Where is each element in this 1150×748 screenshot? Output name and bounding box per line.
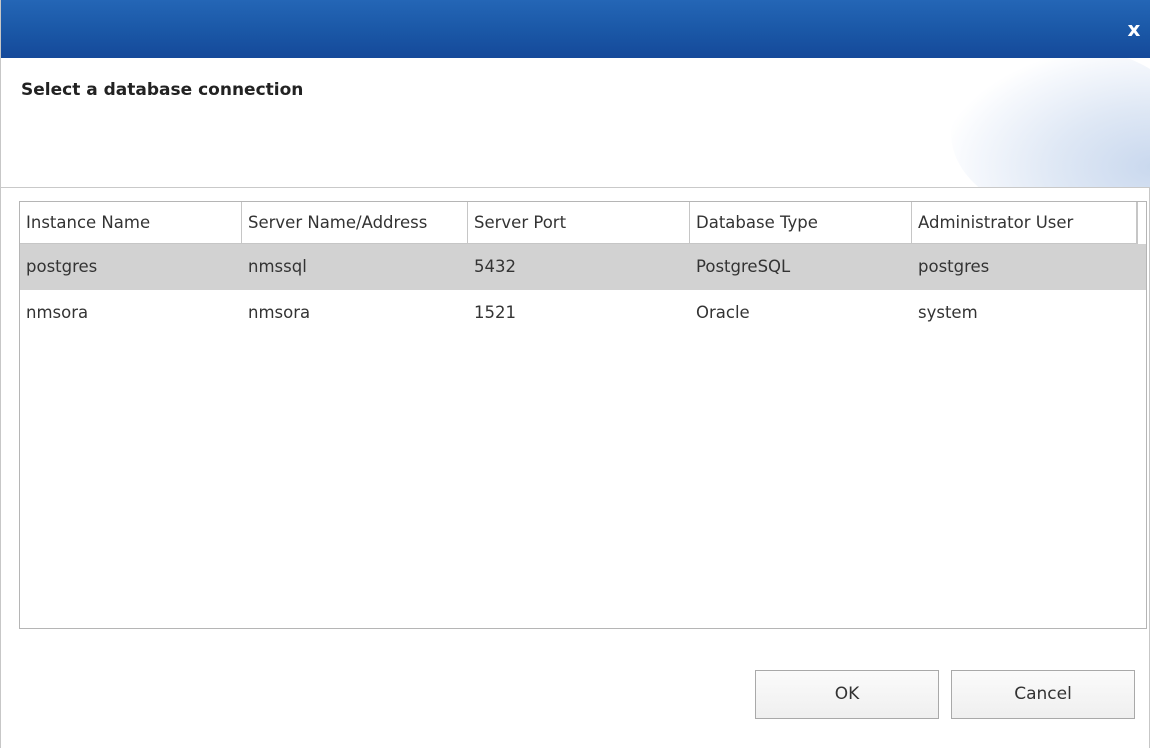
table-row[interactable]: nmsora nmsora 1521 Oracle system (20, 290, 1146, 336)
column-header-administrator-user[interactable]: Administrator User (912, 202, 1138, 244)
column-header-server-port[interactable]: Server Port (468, 202, 690, 244)
dialog-title: Select a database connection (21, 80, 304, 100)
cell-administrator-user: postgres (918, 257, 990, 276)
cancel-button[interactable]: Cancel (951, 670, 1135, 719)
column-header-database-type[interactable]: Database Type (690, 202, 912, 244)
cell-administrator-user: system (918, 303, 978, 322)
cell-server-port: 5432 (474, 257, 516, 276)
cell-server-port: 1521 (474, 303, 516, 322)
cell-server-name: nmssql (248, 257, 307, 276)
column-header-instance-name[interactable]: Instance Name (20, 202, 242, 244)
database-connection-dialog: x Select a database connection Instance … (0, 0, 1150, 748)
dialog-header: Select a database connection (1, 58, 1150, 188)
cell-database-type: PostgreSQL (696, 257, 791, 276)
table-body: postgres nmssql 5432 PostgreSQL postgres… (20, 244, 1146, 336)
ok-button[interactable]: OK (755, 670, 939, 719)
cell-instance-name: postgres (26, 257, 98, 276)
cell-database-type: Oracle (696, 303, 750, 322)
table-row[interactable]: postgres nmssql 5432 PostgreSQL postgres (20, 244, 1146, 290)
connections-table: Instance Name Server Name/Address Server… (19, 201, 1147, 629)
cell-server-name: nmsora (248, 303, 311, 322)
table-header: Instance Name Server Name/Address Server… (20, 202, 1138, 244)
dialog-titlebar[interactable]: x (1, 0, 1150, 58)
close-icon[interactable]: x (1123, 18, 1145, 40)
column-header-server-name[interactable]: Server Name/Address (242, 202, 468, 244)
cell-instance-name: nmsora (26, 303, 89, 322)
header-decoration (951, 58, 1150, 187)
